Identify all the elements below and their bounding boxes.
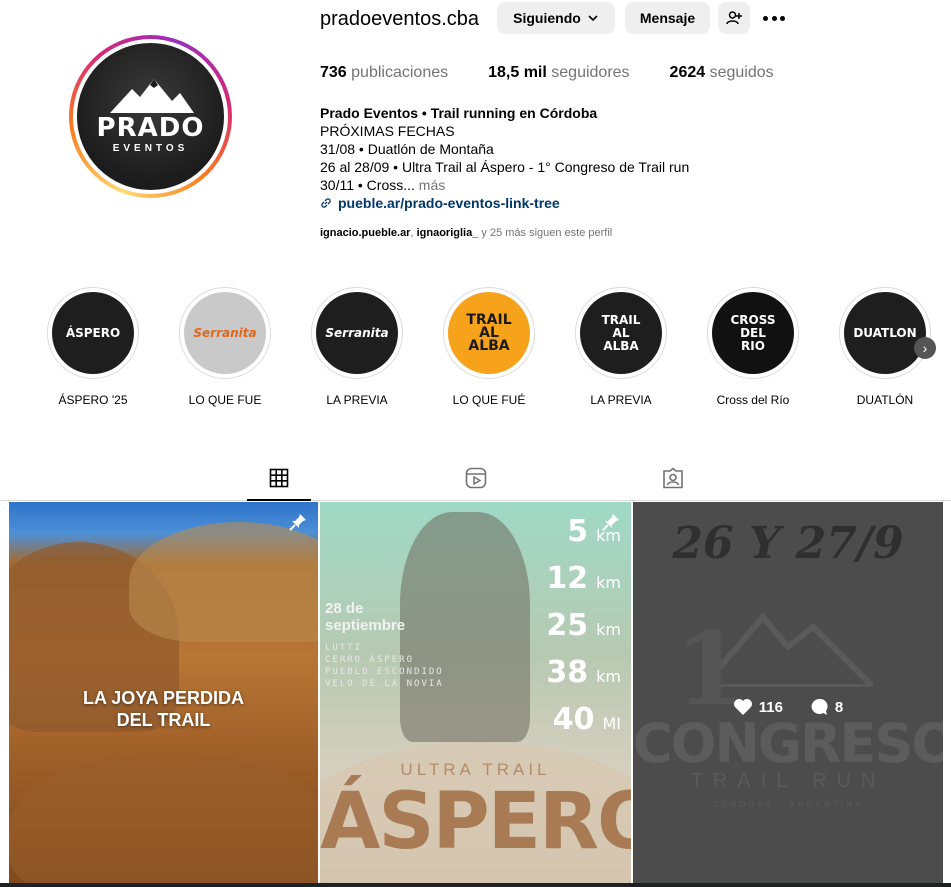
profile-username: pradoeventos.cba	[320, 8, 480, 30]
chevron-down-icon	[588, 15, 598, 22]
highlight-lo-que-fue[interactable]: Serranita LO QUE FUE	[179, 287, 271, 407]
post-tile[interactable]: 26 Y 27/9 1 CONGRESO TRAIL RUN CÓRDOBA -…	[633, 502, 943, 887]
more-options-icon[interactable]	[761, 8, 787, 28]
tabs-divider	[0, 500, 951, 501]
window-bottom-edge	[0, 883, 951, 887]
highlight-cover: ÁSPERO	[52, 292, 134, 374]
message-button[interactable]: Mensaje	[625, 2, 710, 34]
mountain-logo-icon	[110, 79, 194, 113]
avatar-logo-text: PRADO	[96, 113, 205, 143]
bio-more-link[interactable]: más	[419, 177, 445, 193]
tab-tagged-icon[interactable]	[661, 466, 685, 490]
highlight-label: ÁSPERO '25	[58, 393, 128, 407]
add-person-icon	[726, 11, 742, 25]
following-button[interactable]: Siguiendo	[497, 2, 615, 34]
highlight-label: DUATLÓN	[856, 393, 914, 407]
comments-stat: 8	[809, 698, 843, 716]
message-button-label: Mensaje	[639, 10, 696, 26]
bio-line: PRÓXIMAS FECHAS	[320, 123, 455, 139]
post-date: 28 de septiembre	[325, 600, 406, 634]
post-date: 26 Y 27/9	[672, 518, 904, 569]
post-title: ÁSPERO	[320, 777, 631, 867]
highlight-la-previa[interactable]: Serranita LA PREVIA	[311, 287, 403, 407]
followers-count[interactable]: 18,5 mil seguidores	[488, 64, 629, 82]
tab-active-indicator	[247, 499, 311, 501]
suggested-users-button[interactable]	[718, 2, 750, 34]
highlight-label: LO QUE FUE	[188, 393, 262, 407]
highlight-label: LA PREVIA	[326, 393, 388, 407]
bio-line: 30/11 • Cross... más	[320, 177, 446, 193]
post-hover-stats: 116 8	[633, 698, 943, 716]
link-icon	[321, 198, 331, 208]
tab-reels-icon[interactable]	[464, 466, 488, 490]
bio-line: 31/08 • Duatlón de Montaña	[320, 141, 494, 157]
highlight-cover: TRAIL AL ALBA	[448, 292, 530, 374]
profile-stats: 736 publicaciones 18,5 mil seguidores 26…	[320, 64, 814, 82]
highlight-aspero[interactable]: ÁSPERO ÁSPERO '25	[47, 287, 139, 407]
post-title: CONGRESO	[633, 712, 943, 775]
highlight-cover: CROSS DEL RIO	[712, 292, 794, 374]
post-tile[interactable]: LA JOYA PERDIDA DEL TRAIL	[9, 502, 318, 887]
profile-avatar[interactable]: PRADO EVENTOS	[69, 35, 232, 198]
post-places: LUTTI CERRO ÁSPERO PUEBLO ESCONDIDO VELO…	[325, 643, 444, 689]
bio-name: Prado Eventos • Trail running en Córdoba	[320, 105, 598, 121]
highlight-cover: Serranita	[184, 292, 266, 374]
following-count[interactable]: 2624 seguidos	[670, 64, 774, 82]
post-tile[interactable]: 28 de septiembre LUTTI CERRO ÁSPERO PUEB…	[320, 502, 631, 887]
profile-bio: Prado Eventos • Trail running en Córdoba…	[320, 104, 689, 212]
post-location: CÓRDOBA - ARGENTINA	[712, 800, 864, 809]
highlight-label: LO QUE FUÉ	[452, 393, 526, 407]
highlight-lo-que-fue-2[interactable]: TRAIL AL ALBA LO QUE FUÉ	[443, 287, 535, 407]
bio-link[interactable]: pueble.ar/prado-eventos-link-tree	[320, 194, 689, 212]
avatar-image: PRADO EVENTOS	[77, 43, 224, 190]
post-distances: 5 km 12 km 25 km 38 km 40 MI	[546, 514, 621, 737]
highlights-next-arrow-icon[interactable]: ›	[914, 337, 936, 359]
highlight-cover: DUATLON	[844, 292, 926, 374]
avatar-logo-subtext: EVENTOS	[112, 143, 189, 154]
highlight-cover: TRAIL AL ALBA	[580, 292, 662, 374]
highlight-label: LA PREVIA	[590, 393, 652, 407]
pinned-icon	[289, 514, 306, 531]
tab-posts-grid-icon[interactable]	[267, 466, 291, 490]
highlight-la-previa-2[interactable]: TRAIL AL ALBA LA PREVIA	[575, 287, 667, 407]
highlight-label: Cross del Río	[716, 393, 790, 407]
highlight-cross-del-rio[interactable]: CROSS DEL RIO Cross del Río	[707, 287, 799, 407]
highlight-cover: Serranita	[316, 292, 398, 374]
likes-stat: 116	[733, 698, 783, 716]
bio-line: 26 al 28/09 • Ultra Trail al Áspero - 1°…	[320, 159, 690, 175]
story-highlights: ÁSPERO ÁSPERO '25 Serranita LO QUE FUE S…	[47, 287, 951, 407]
posts-count: 736 publicaciones	[320, 64, 449, 81]
following-button-label: Siguiendo	[513, 10, 581, 26]
post-subtitle: TRAIL RUN	[690, 770, 886, 792]
comment-icon	[811, 698, 828, 715]
heart-icon	[733, 699, 752, 715]
post-title: LA JOYA PERDIDA DEL TRAIL	[82, 688, 245, 730]
followed-by[interactable]: ignacio.pueble.ar, ignaoriglia_ y 25 más…	[320, 227, 612, 239]
